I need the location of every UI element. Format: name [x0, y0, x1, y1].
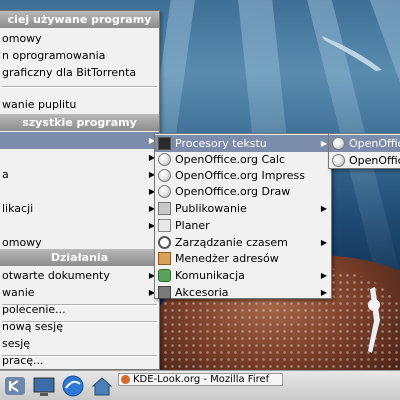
category-item[interactable]: a ▶ — [0, 166, 159, 183]
submenu-item-text-processors[interactable]: Procesory tekstu ▶ — [155, 135, 331, 152]
submenu-arrow-icon: ▶ — [320, 139, 327, 148]
action-item[interactable]: pracę... — [0, 352, 159, 369]
submenu-item-label: Akcesoria — [175, 286, 229, 299]
address-book-icon — [158, 252, 171, 265]
office-submenu: Procesory tekstu ▶ OpenOffice.org Calc O… — [154, 133, 332, 299]
kde-main-menu: ciej używane programy omowy n oprogramow… — [0, 10, 160, 370]
web-browser-icon[interactable] — [61, 374, 85, 398]
submenu-item-label: Publikowanie — [175, 202, 247, 215]
recent-item[interactable]: n oprogramowania — [0, 47, 159, 64]
recent-item[interactable]: graficzny dla BitTorrenta — [0, 64, 159, 81]
dolphin-image — [322, 36, 382, 71]
publishing-icon — [158, 202, 171, 215]
submenu-item-label: OpenOffice — [349, 154, 400, 167]
action-item[interactable]: nową sesję — [0, 318, 159, 335]
category-item[interactable]: ▶ — [0, 217, 159, 234]
category-item[interactable]: likacji ▶ — [0, 200, 159, 217]
submenu-item-time-management[interactable]: Zarządzanie czasem ▶ — [155, 234, 331, 251]
openoffice-writer-icon — [332, 137, 345, 150]
category-item-label: omowy — [2, 236, 42, 249]
submenu-item-openoffice-writer[interactable]: OpenOffice — [329, 135, 400, 152]
recent-item[interactable]: omowy — [0, 30, 159, 47]
submenu-arrow-icon: ▶ — [320, 271, 327, 280]
kde-menu-icon[interactable] — [3, 374, 27, 398]
submenu-item-label: OpenOffice.org Impress — [175, 169, 305, 182]
actions-header: Działania — [0, 249, 159, 266]
action-item-label: wanie — [2, 286, 35, 299]
submenu-arrow-icon: ▶ — [320, 204, 327, 213]
action-item[interactable]: polecenie... — [0, 301, 159, 318]
accessories-icon — [158, 286, 171, 299]
submenu-item-label: Planer — [175, 219, 210, 232]
submenu-item-label: Menedżer adresów — [175, 252, 279, 265]
taskbar-window-button[interactable]: KDE-Look.org - Mozilla Firef — [118, 373, 283, 386]
taskbar: KDE-Look.org - Mozilla Firef — [0, 370, 400, 400]
submenu-item-communication[interactable]: Komunikacja ▶ — [155, 267, 331, 284]
menu-separator — [2, 86, 157, 88]
time-management-icon — [158, 236, 171, 249]
category-item-label: likacji — [2, 202, 34, 215]
submenu-item-planner[interactable]: Planer — [155, 217, 331, 234]
submenu-item-calc[interactable]: OpenOffice.org Calc — [155, 151, 331, 168]
category-item-label: a — [2, 168, 9, 181]
submenu-item-openoffice[interactable]: OpenOffice — [329, 152, 400, 169]
submenu-item-label: OpenOffice — [349, 137, 400, 150]
submenu-item-label: Procesory tekstu — [175, 137, 267, 150]
submenu-item-address-book[interactable]: Menedżer adresów — [155, 250, 331, 267]
communication-icon — [158, 269, 171, 282]
submenu-arrow-icon: ▶ — [320, 288, 327, 297]
submenu-item-draw[interactable]: OpenOffice.org Draw — [155, 183, 331, 200]
submenu-item-label: Komunikacja — [175, 269, 245, 282]
action-item-label: otwarte dokumenty — [2, 269, 110, 282]
taskbar-window-label: KDE-Look.org - Mozilla Firef — [133, 374, 270, 385]
openoffice-icon — [332, 154, 345, 167]
home-folder-icon[interactable] — [90, 374, 114, 398]
recent-programs-header: ciej używane programy — [0, 11, 159, 28]
submenu-item-label: Zarządzanie czasem — [175, 236, 288, 249]
firefox-icon — [121, 375, 130, 384]
category-item[interactable]: ▶ — [0, 183, 159, 200]
recent-item[interactable]: wanie puplitu — [0, 96, 159, 113]
text-processor-icon — [158, 137, 171, 150]
category-item[interactable]: ▶ — [0, 149, 159, 166]
action-item[interactable]: sesję — [0, 335, 159, 352]
action-item[interactable]: otwarte dokumenty ▶ — [0, 267, 159, 284]
submenu-item-label: OpenOffice.org Draw — [175, 185, 291, 198]
submenu-item-impress[interactable]: OpenOffice.org Impress — [155, 167, 331, 184]
show-desktop-icon[interactable] — [32, 374, 56, 398]
all-programs-header: szystkie programy — [0, 114, 159, 131]
openoffice-draw-icon — [158, 185, 171, 198]
submenu-item-publishing[interactable]: Publikowanie ▶ — [155, 200, 331, 217]
submenu-item-accessories[interactable]: Akcesoria ▶ — [155, 284, 331, 301]
word-processors-submenu: OpenOffice OpenOffice — [328, 133, 400, 169]
category-item-selected[interactable]: ▶ — [0, 132, 159, 149]
action-item[interactable]: wanie ▶ — [0, 284, 159, 301]
openoffice-impress-icon — [158, 169, 171, 182]
openoffice-calc-icon — [158, 153, 171, 166]
submenu-arrow-icon: ▶ — [320, 238, 327, 247]
submenu-item-label: OpenOffice.org Calc — [175, 153, 286, 166]
planner-icon — [158, 219, 171, 232]
diver-figure-image — [368, 287, 380, 353]
